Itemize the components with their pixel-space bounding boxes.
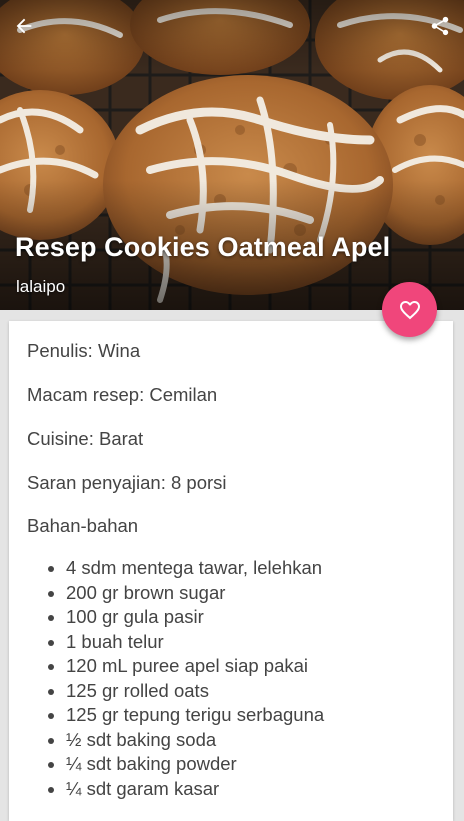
list-item: ¼ sdt baking powder	[66, 752, 324, 777]
share-button[interactable]	[422, 8, 458, 44]
list-item: 120 mL puree apel siap pakai	[66, 654, 324, 679]
recipe-details-card: Penulis: Wina Macam resep: Cemilan Cuisi…	[9, 321, 453, 821]
cuisine-info: Cuisine: Barat	[27, 428, 144, 449]
list-item: ½ sdt baking soda	[66, 728, 324, 753]
author-info: Penulis: Wina	[27, 340, 141, 361]
heart-outline-icon	[399, 300, 420, 319]
list-item: 4 sdm mentega tawar, lelehkan	[66, 556, 324, 581]
recipe-type: Macam resep: Cemilan	[27, 384, 218, 405]
recipe-author[interactable]: lalaipo	[16, 277, 65, 297]
list-item: 100 gr gula pasir	[66, 605, 324, 630]
list-item: 1 buah telur	[66, 630, 324, 655]
list-item: ¼ sdt garam kasar	[66, 777, 324, 802]
list-item: 125 gr tepung terigu serbaguna	[66, 703, 324, 728]
ingredients-list: 4 sdm mentega tawar, lelehkan 200 gr bro…	[27, 556, 324, 801]
ingredients-heading: Bahan-bahan	[27, 515, 139, 536]
arrow-left-icon	[16, 18, 32, 34]
recipe-title: Resep Cookies Oatmeal Apel	[15, 232, 391, 262]
serving-info: Saran penyajian: 8 porsi	[27, 472, 227, 493]
back-button[interactable]	[6, 8, 42, 44]
list-item: 125 gr rolled oats	[66, 679, 324, 704]
share-icon	[431, 16, 449, 36]
favorite-button[interactable]	[382, 282, 437, 337]
list-item: 200 gr brown sugar	[66, 581, 324, 606]
recipe-hero-image: Resep Cookies Oatmeal Apel lalaipo	[0, 0, 464, 310]
